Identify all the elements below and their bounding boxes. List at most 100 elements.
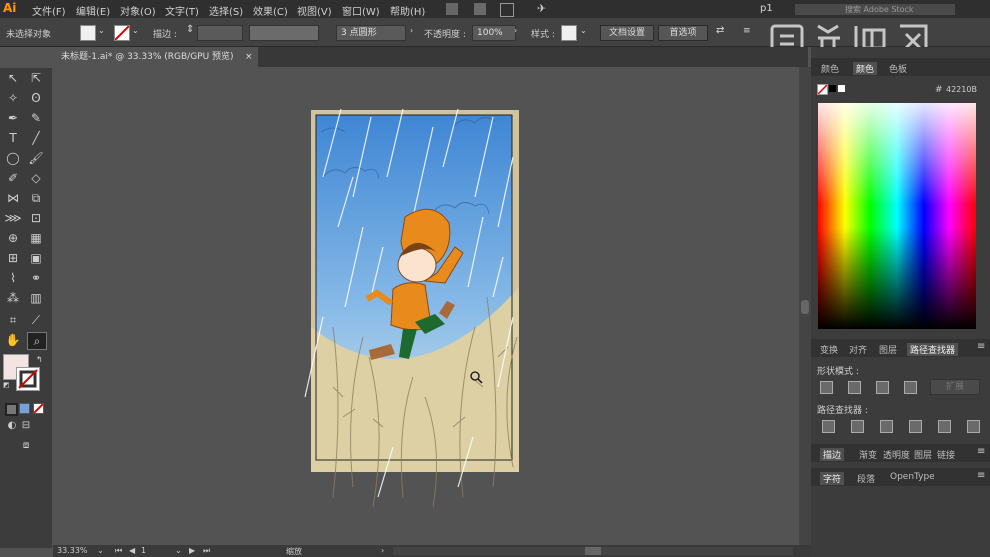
hand-tool-icon[interactable]: ✋: [4, 332, 22, 348]
tab-transparency[interactable]: 透明度: [883, 448, 910, 461]
close-icon[interactable]: ×: [245, 47, 253, 67]
expand-button[interactable]: 扩展: [930, 379, 980, 395]
scroll-thumb[interactable]: [585, 547, 601, 555]
panel-menu-icon[interactable]: ≡: [977, 446, 985, 457]
line-tool-icon[interactable]: ╱: [27, 130, 45, 146]
free-transform-tool-icon[interactable]: ⊡: [27, 210, 45, 226]
panel-menu-icon[interactable]: ≡: [743, 26, 751, 36]
tab-opentype[interactable]: OpenType: [890, 472, 935, 482]
next-artboard-icon[interactable]: ▶: [189, 546, 195, 555]
minus-back-icon[interactable]: [967, 420, 980, 433]
eraser-tool-icon[interactable]: ◇: [27, 170, 45, 186]
stroke-swatch[interactable]: [114, 25, 130, 41]
stock-search-input[interactable]: 搜索 Adobe Stock: [795, 4, 955, 15]
gpu-icon[interactable]: ✈: [537, 2, 546, 15]
arrange-icon[interactable]: ⇄: [716, 25, 724, 36]
panel-menu-icon[interactable]: ≡: [977, 470, 985, 481]
crop-icon[interactable]: [909, 420, 922, 433]
tab-stroke[interactable]: 描边: [820, 448, 845, 461]
tab-color-guide[interactable]: 颜色: [821, 62, 839, 75]
artboard-tool-icon[interactable]: ⌗: [4, 312, 22, 328]
variable-width-field[interactable]: [249, 25, 319, 41]
prev-artboard-icon[interactable]: ◀: [129, 546, 135, 555]
paintbrush-tool-icon[interactable]: 🖌: [27, 150, 45, 166]
zoom-tool-icon[interactable]: ⌕: [27, 332, 47, 350]
style-swatch[interactable]: [561, 25, 577, 41]
outline-icon[interactable]: [938, 420, 951, 433]
column-graph-tool-icon[interactable]: ▥: [27, 290, 45, 306]
minus-front-icon[interactable]: [848, 381, 861, 394]
bridge-icon[interactable]: [446, 3, 458, 15]
menu-effect[interactable]: 效果(C): [253, 3, 288, 18]
symbol-sprayer-tool-icon[interactable]: ⁂: [4, 290, 22, 306]
stock-icon[interactable]: [474, 3, 486, 15]
screen-mode-icon[interactable]: ⧈: [17, 438, 35, 454]
mesh-tool-icon[interactable]: ⊞: [4, 250, 22, 266]
tab-character[interactable]: 字符: [820, 472, 845, 485]
menu-file[interactable]: 文件(F): [32, 3, 66, 18]
fill-swatch[interactable]: [80, 25, 96, 41]
stroke-weight-field[interactable]: [197, 25, 243, 41]
tab-layers[interactable]: 图层: [914, 448, 932, 461]
color-mode-icon[interactable]: [5, 403, 18, 416]
curvature-tool-icon[interactable]: ✎: [27, 110, 45, 126]
chevron-down-icon[interactable]: ⌄: [98, 26, 105, 35]
canvas-area[interactable]: [53, 67, 798, 545]
menu-object[interactable]: 对象(O): [120, 3, 156, 18]
white-swatch[interactable]: [838, 85, 845, 92]
tab-paragraph[interactable]: 段落: [857, 472, 875, 485]
lasso-tool-icon[interactable]: ʘ: [27, 90, 45, 106]
chevron-down-icon[interactable]: ⌄: [132, 26, 139, 35]
menu-help[interactable]: 帮助(H): [390, 3, 425, 18]
stroke-color-swatch[interactable]: [16, 367, 40, 391]
blend-tool-icon[interactable]: ⚭: [27, 270, 45, 286]
brush-field[interactable]: 3 点圆形: [336, 25, 406, 41]
zoom-level[interactable]: 33.33%: [57, 546, 88, 555]
panel-menu-icon[interactable]: ≡: [977, 341, 985, 352]
eyedropper-tool-icon[interactable]: ⌇: [4, 270, 22, 286]
menu-edit[interactable]: 编辑(E): [76, 3, 110, 18]
trim-icon[interactable]: [851, 420, 864, 433]
black-swatch[interactable]: [829, 85, 836, 92]
first-artboard-icon[interactable]: ⏮: [115, 546, 122, 556]
fill-stroke-indicator[interactable]: [817, 84, 828, 95]
opacity-field[interactable]: 100%: [472, 25, 516, 41]
tab-layers[interactable]: 图层: [879, 343, 897, 356]
document-tab[interactable]: 未标题-1.ai* @ 33.33% (RGB/GPU 预览) ×: [53, 47, 258, 67]
exclude-icon[interactable]: [904, 381, 917, 394]
chevron-down-icon[interactable]: ⌄: [580, 26, 587, 35]
chevron-down-icon[interactable]: ⌄: [175, 546, 182, 555]
tab-links[interactable]: 链接: [937, 448, 955, 461]
perspective-grid-tool-icon[interactable]: ▦: [27, 230, 45, 246]
intersect-icon[interactable]: [876, 381, 889, 394]
hex-value-field[interactable]: 42210B: [946, 85, 977, 94]
arrange-documents-icon[interactable]: [500, 3, 514, 17]
scale-tool-icon[interactable]: ⧉: [27, 190, 45, 206]
direct-selection-tool-icon[interactable]: ⇱: [27, 70, 45, 86]
unite-icon[interactable]: [820, 381, 833, 394]
last-artboard-icon[interactable]: ⏭: [203, 546, 210, 556]
tab-transform[interactable]: 变换: [820, 343, 838, 356]
workspace-switcher[interactable]: p1: [760, 3, 773, 14]
tab-swatches[interactable]: 色板: [889, 62, 907, 75]
tab-align[interactable]: 对齐: [849, 343, 867, 356]
draw-behind-icon[interactable]: ⊟: [17, 418, 35, 434]
menu-select[interactable]: 选择(S): [209, 3, 243, 18]
divide-icon[interactable]: [822, 420, 835, 433]
type-tool-icon[interactable]: T: [4, 130, 22, 146]
status-menu-icon[interactable]: ›: [381, 546, 384, 555]
swap-colors-icon[interactable]: ↰: [36, 355, 43, 364]
magic-wand-tool-icon[interactable]: ✧: [4, 90, 22, 106]
default-colors-icon[interactable]: ◩: [3, 381, 10, 389]
scroll-thumb[interactable]: [801, 300, 809, 314]
color-spectrum[interactable]: [818, 103, 976, 329]
tab-gradient[interactable]: 渐变: [859, 448, 877, 461]
chevron-right-icon[interactable]: ›: [514, 26, 517, 35]
stepper-icon[interactable]: ⇕: [186, 24, 194, 35]
shape-builder-tool-icon[interactable]: ⊕: [4, 230, 22, 246]
gradient-tool-icon[interactable]: ▣: [27, 250, 45, 266]
slice-tool-icon[interactable]: ⟋: [27, 312, 45, 328]
document-setup-button[interactable]: 文档设置: [600, 25, 654, 41]
horizontal-scrollbar[interactable]: [393, 547, 793, 555]
vertical-scrollbar[interactable]: [799, 67, 811, 545]
